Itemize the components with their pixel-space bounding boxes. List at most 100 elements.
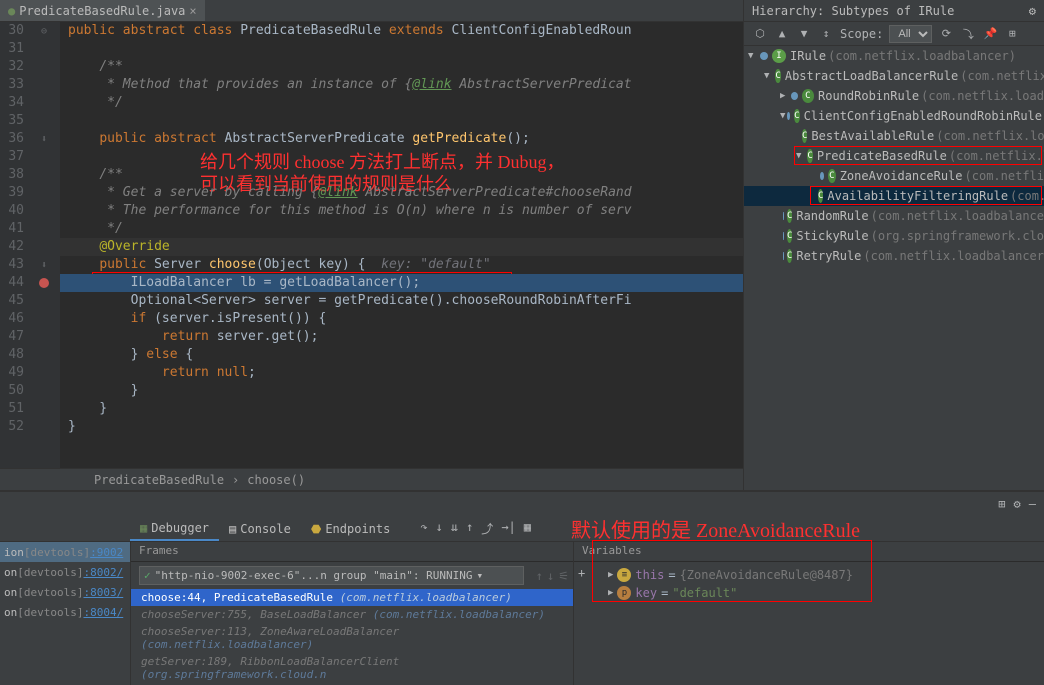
- class-icon: C: [787, 209, 792, 223]
- code-line[interactable]: * Get a server by calling {@link Abstrac…: [60, 184, 743, 202]
- code-line[interactable]: } else {: [60, 346, 743, 364]
- tree-node[interactable]: ▶CRoundRobinRule (com.netflix.load: [744, 86, 1044, 106]
- autoscroll-icon[interactable]: ⤵: [960, 26, 976, 42]
- code-line[interactable]: public abstract AbstractServerPredicate …: [60, 130, 743, 148]
- stack-frame[interactable]: getServer:189, RibbonLoadBalancerClient …: [131, 653, 573, 683]
- subtypes-icon[interactable]: ▼: [796, 26, 812, 42]
- variables-list[interactable]: + ▶ ≡ this = {ZoneAvoidanceRule@8487}▶ p…: [574, 562, 1044, 685]
- variable-row[interactable]: ▶ ≡ this = {ZoneAvoidanceRule@8487}: [578, 566, 1040, 584]
- debug-session[interactable]: ion [devtools] :9002: [0, 542, 130, 562]
- tree-node[interactable]: CRandomRule (com.netflix.loadbalance: [744, 206, 1044, 226]
- tree-node[interactable]: CZoneAvoidanceRule (com.netfli: [744, 166, 1044, 186]
- code-line[interactable]: return server.get();: [60, 328, 743, 346]
- class-hierarchy-icon[interactable]: ⬡: [752, 26, 768, 42]
- expander-icon[interactable]: ▼: [748, 51, 758, 61]
- expand-icon[interactable]: ⊞: [1004, 26, 1020, 42]
- close-icon[interactable]: ×: [189, 4, 196, 18]
- code-lines[interactable]: 给几个规则 choose 方法打上断点，并 Dubug， 可以看到当前使用的规则…: [60, 22, 743, 468]
- filter-icon[interactable]: ⚟: [558, 569, 569, 583]
- debug-session[interactable]: on [devtools] :8003/: [0, 582, 130, 602]
- tree-node[interactable]: CRetryRule (com.netflix.loadbalancer: [744, 246, 1044, 266]
- tree-node[interactable]: CStickyRule (org.springframework.clo: [744, 226, 1044, 246]
- code-line[interactable]: @Override: [60, 238, 743, 256]
- code-line[interactable]: */: [60, 94, 743, 112]
- editor-tab[interactable]: ● PredicateBasedRule.java ×: [0, 0, 205, 21]
- scope-select[interactable]: All: [889, 25, 932, 43]
- tree-node[interactable]: ▼CClientConfigEnabledRoundRobinRule: [744, 106, 1044, 126]
- refresh-icon[interactable]: ⟳: [938, 26, 954, 42]
- code-line[interactable]: */: [60, 220, 743, 238]
- code-line[interactable]: public Server choose(Object key) { key: …: [60, 256, 743, 274]
- stack-frame[interactable]: choose:44, PredicateBasedRule (com.netfl…: [131, 589, 573, 606]
- step-over-icon[interactable]: ↷: [420, 520, 427, 537]
- stack-frame[interactable]: chooseServer:755, BaseLoadBalancer (com.…: [131, 606, 573, 623]
- code-line[interactable]: /**: [60, 58, 743, 76]
- code-line[interactable]: ILoadBalancer lb = getLoadBalancer();: [60, 274, 743, 292]
- sort-icon[interactable]: ↕: [818, 26, 834, 42]
- code-line[interactable]: * Method that provides an instance of {@…: [60, 76, 743, 94]
- java-file-icon: ●: [8, 4, 15, 18]
- code-line[interactable]: [60, 40, 743, 58]
- console-icon: ▤: [229, 522, 236, 536]
- next-frame-icon[interactable]: ↓: [547, 569, 554, 583]
- code-line[interactable]: return null;: [60, 364, 743, 382]
- breadcrumb-class[interactable]: PredicateBasedRule: [90, 473, 228, 487]
- minimize-icon[interactable]: [1029, 497, 1036, 511]
- tab-endpoints[interactable]: ⬣ Endpoints: [301, 518, 401, 540]
- restore-layout-icon[interactable]: ⊞: [998, 497, 1005, 511]
- frames-panel: Frames ✓ "http-nio-9002-exec-6"...n grou…: [130, 542, 574, 685]
- code-line[interactable]: if (server.isPresent()) {: [60, 310, 743, 328]
- tab-debugger[interactable]: ▦ Debugger: [130, 517, 219, 541]
- code-line[interactable]: /**: [60, 166, 743, 184]
- expander-icon[interactable]: ▶: [780, 91, 789, 101]
- code-line[interactable]: }: [60, 400, 743, 418]
- expander-icon[interactable]: ▼: [780, 111, 785, 121]
- class-icon: C: [794, 109, 799, 123]
- code-line[interactable]: public abstract class PredicateBasedRule…: [60, 22, 743, 40]
- class-icon: C: [787, 229, 792, 243]
- code-line[interactable]: [60, 112, 743, 130]
- tree-node[interactable]: ▼IIRule (com.netflix.loadbalancer): [744, 46, 1044, 66]
- thread-selector[interactable]: ✓ "http-nio-9002-exec-6"...n group "main…: [139, 566, 524, 585]
- line-number-gutter: 3031323334353637383940414243444546474849…: [0, 22, 28, 468]
- hierarchy-tree[interactable]: ▼IIRule (com.netflix.loadbalancer)▼CAbst…: [744, 46, 1044, 490]
- hierarchy-panel: Hierarchy: Subtypes of IRule ⬡ ▲ ▼ ↕ Sco…: [744, 0, 1044, 490]
- code-area[interactable]: 3031323334353637383940414243444546474849…: [0, 22, 743, 468]
- breadcrumb-method[interactable]: choose(): [243, 473, 309, 487]
- tree-node[interactable]: ▼CAbstractLoadBalancerRule (com.netflix.…: [744, 66, 1044, 86]
- editor-pane: ● PredicateBasedRule.java × 303132333435…: [0, 0, 744, 490]
- tree-node[interactable]: CAvailabilityFilteringRule (com.n: [744, 186, 1044, 206]
- code-line[interactable]: }: [60, 418, 743, 436]
- code-line[interactable]: }: [60, 382, 743, 400]
- code-line[interactable]: * The performance for this method is O(n…: [60, 202, 743, 220]
- gear-icon[interactable]: [1029, 4, 1036, 18]
- drop-frame-icon[interactable]: ⤴: [481, 520, 493, 537]
- breadcrumb[interactable]: PredicateBasedRule › choose(): [0, 468, 743, 490]
- pin-icon[interactable]: 📌: [982, 26, 998, 42]
- gear-icon[interactable]: [1014, 497, 1021, 511]
- debug-header-icons: ⊞: [0, 492, 1044, 516]
- expander-icon[interactable]: ▼: [796, 151, 801, 161]
- prev-frame-icon[interactable]: ↑: [536, 569, 543, 583]
- expander-icon[interactable]: ▼: [764, 71, 769, 81]
- debug-session[interactable]: on [devtools] :8002/: [0, 562, 130, 582]
- code-line[interactable]: [60, 148, 743, 166]
- breakpoint-gutter[interactable]: ⊖⬇⬇: [28, 22, 60, 468]
- tree-node[interactable]: ▼CPredicateBasedRule (com.netflix.lo: [744, 146, 1044, 166]
- supertypes-icon[interactable]: ▲: [774, 26, 790, 42]
- run-to-cursor-icon[interactable]: →|: [501, 520, 515, 537]
- hierarchy-title: Hierarchy: Subtypes of IRule: [752, 4, 954, 18]
- step-into-icon[interactable]: ↓: [436, 520, 443, 537]
- debug-session[interactable]: on [devtools] :8004/: [0, 602, 130, 622]
- evaluate-icon[interactable]: ▦: [524, 520, 531, 537]
- code-line[interactable]: Optional<Server> server = getPredicate()…: [60, 292, 743, 310]
- step-out-icon[interactable]: ↑: [466, 520, 473, 537]
- add-watch-icon[interactable]: +: [578, 566, 585, 580]
- stack-frame[interactable]: chooseServer:113, ZoneAwareLoadBalancer …: [131, 623, 573, 653]
- force-step-into-icon[interactable]: ⇊: [451, 520, 458, 537]
- tab-console[interactable]: ▤ Console: [219, 518, 301, 540]
- hierarchy-toolbar: ⬡ ▲ ▼ ↕ Scope: All ⟳ ⤵ 📌 ⊞: [744, 22, 1044, 46]
- tree-node[interactable]: CBestAvailableRule (com.netflix.loa: [744, 126, 1044, 146]
- frames-list[interactable]: choose:44, PredicateBasedRule (com.netfl…: [131, 589, 573, 683]
- variable-row[interactable]: ▶ p key = "default": [578, 584, 1040, 602]
